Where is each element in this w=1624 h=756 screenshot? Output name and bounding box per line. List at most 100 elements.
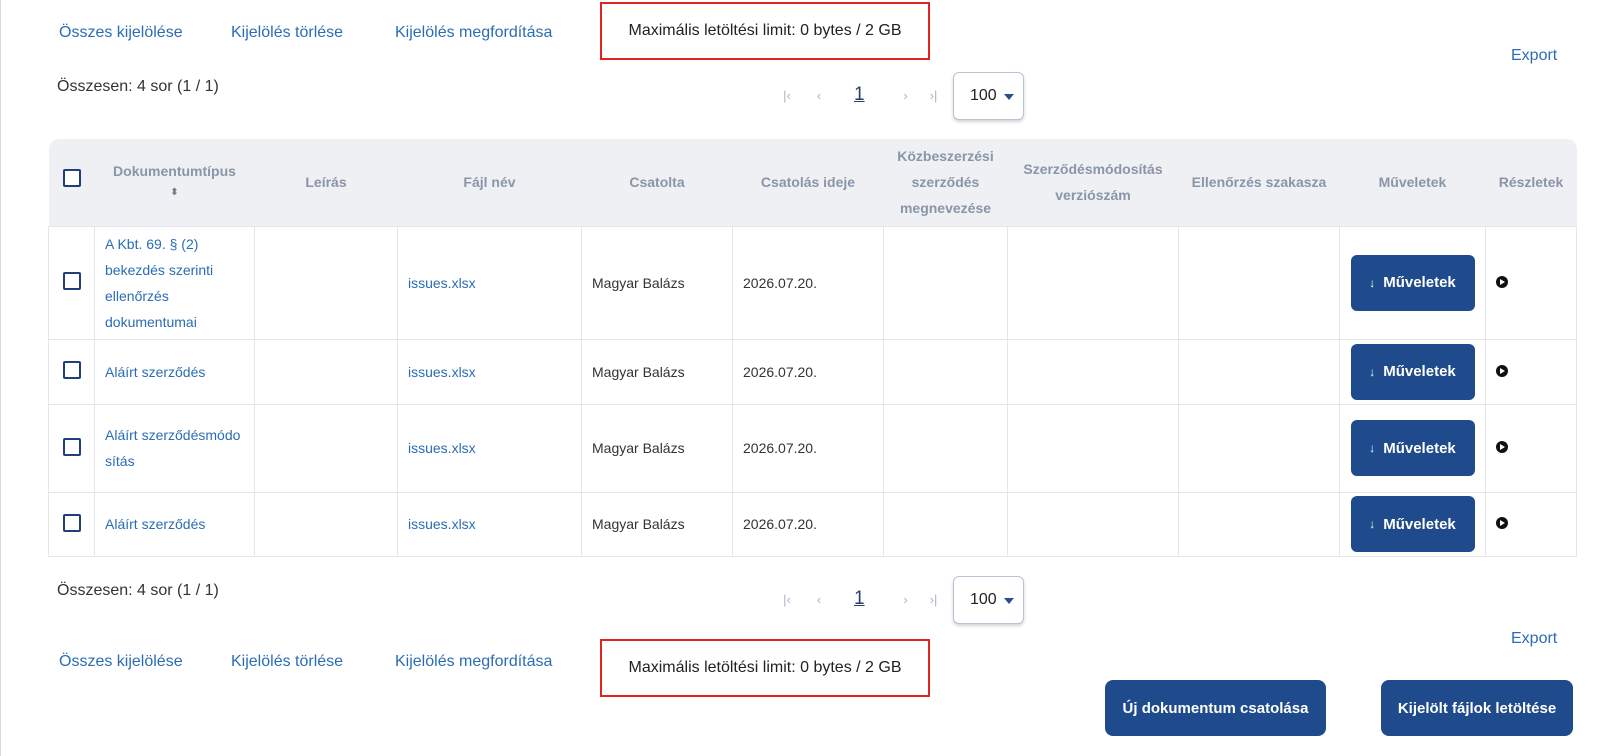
last-page-icon[interactable]: ›|	[923, 88, 945, 103]
export-link-top[interactable]: Export	[1511, 47, 1557, 65]
description-cell	[254, 403, 398, 493]
download-selected-button[interactable]: Kijelölt fájlok letöltése	[1381, 680, 1573, 736]
table-row: Aláírt szerződés issues.xlsx Magyar Balá…	[48, 338, 1577, 405]
actions-cell: ↓ Műveletek	[1339, 225, 1486, 340]
check-phase-cell	[1178, 491, 1340, 557]
header-description: Leírás	[305, 174, 347, 191]
arrow-down-icon: ↓	[1369, 517, 1376, 531]
check-phase-cell	[1178, 225, 1340, 340]
arrow-down-icon: ↓	[1369, 364, 1376, 379]
play-circle-icon[interactable]	[1496, 275, 1508, 288]
actions-cell: ↓ Műveletek	[1339, 338, 1486, 405]
table-row: Aláírt szerződésmódosítás issues.xlsx Ma…	[48, 403, 1577, 493]
actions-button[interactable]: ↓ Műveletek	[1350, 496, 1475, 552]
clear-selection-link-top[interactable]: Kijelölés törlése	[231, 24, 343, 42]
actions-button[interactable]: ↓ Műveletek	[1350, 420, 1475, 476]
file-name-link[interactable]: issues.xlsx	[408, 275, 476, 291]
clear-selection-link-bottom[interactable]: Kijelölés törlése	[231, 653, 343, 671]
header-file-name: Fájl név	[463, 174, 516, 191]
file-name-cell: issues.xlsx	[397, 338, 582, 405]
actions-button[interactable]: ↓ Műveletek	[1350, 343, 1475, 400]
play-circle-icon[interactable]	[1496, 517, 1508, 529]
attached-at-cell: 2026.07.20.	[732, 225, 884, 340]
amendment-version-cell	[1007, 491, 1179, 557]
rows-per-page-select-top[interactable]: 100	[953, 72, 1024, 120]
details-cell	[1485, 491, 1577, 557]
file-name-link[interactable]: issues.xlsx	[408, 516, 476, 532]
header-select-all-cell	[49, 139, 95, 226]
current-page-number[interactable]: 1	[854, 84, 865, 106]
table-header-row: Dokumentumtípus ⬍ Leírás Fájl név Csatolt…	[48, 139, 1577, 226]
details-cell	[1485, 225, 1577, 340]
sort-icon[interactable]: ⬍	[95, 180, 255, 206]
page-left-border	[0, 0, 1, 756]
doc-type-link[interactable]: Aláírt szerződés	[105, 364, 205, 380]
current-page-number[interactable]: 1	[854, 588, 865, 610]
attached-at-cell: 2026.07.20.	[732, 491, 884, 557]
select-all-checkbox[interactable]	[62, 169, 81, 188]
row-checkbox[interactable]	[62, 513, 81, 532]
attached-at-cell: 2026.07.20.	[732, 403, 884, 493]
select-all-link-top[interactable]: Összes kijelölése	[59, 24, 183, 42]
chevron-down-icon	[1004, 598, 1014, 604]
amendment-version-cell	[1007, 225, 1179, 340]
attached-by-cell: Magyar Balázs	[581, 225, 733, 340]
amendment-version-cell	[1007, 338, 1179, 405]
pagination-top: |‹ ‹ 1 › ›|	[776, 84, 945, 106]
next-page-icon[interactable]: ›	[895, 88, 917, 103]
doc-type-link[interactable]: Aláírt szerződés	[105, 516, 205, 532]
procurement-name-cell	[883, 338, 1008, 405]
invert-selection-link-top[interactable]: Kijelölés megfordítása	[395, 24, 552, 42]
row-summary-top: Összesen: 4 sor (1 / 1)	[57, 78, 219, 95]
doc-type-cell: Aláírt szerződés	[94, 338, 255, 405]
first-page-icon[interactable]: |‹	[776, 592, 798, 607]
actions-button-label: Műveletek	[1383, 274, 1456, 291]
header-procurement-name: Közbeszerzési szerződés megnevezése	[897, 148, 994, 217]
download-limit-info-bottom: Maximális letöltési limit: 0 bytes / 2 G…	[600, 639, 930, 697]
row-select-cell	[48, 403, 95, 493]
header-attached-by: Csatolta	[629, 174, 685, 191]
description-cell	[254, 338, 398, 405]
description-cell	[254, 491, 398, 557]
file-name-cell: issues.xlsx	[397, 491, 582, 557]
play-circle-icon[interactable]	[1496, 364, 1508, 377]
prev-page-icon[interactable]: ‹	[808, 88, 830, 103]
attach-document-button[interactable]: Új dokumentum csatolása	[1105, 680, 1326, 736]
row-summary-bottom: Összesen: 4 sor (1 / 1)	[57, 582, 219, 599]
actions-button[interactable]: ↓ Műveletek	[1350, 254, 1475, 311]
next-page-icon[interactable]: ›	[895, 592, 917, 607]
row-checkbox[interactable]	[62, 437, 81, 456]
attached-by-cell: Magyar Balázs	[581, 338, 733, 405]
check-phase-cell	[1178, 338, 1340, 405]
header-amendment-version: Szerződésmódosítás verziószám	[1023, 161, 1163, 204]
first-page-icon[interactable]: |‹	[776, 88, 798, 103]
prev-page-icon[interactable]: ‹	[808, 592, 830, 607]
header-actions: Műveletek	[1378, 174, 1447, 191]
details-cell	[1485, 338, 1577, 405]
header-doc-type[interactable]: Dokumentumtípus ⬍	[95, 139, 255, 226]
play-circle-icon[interactable]	[1496, 441, 1508, 453]
doc-type-link[interactable]: Aláírt szerződésmódosítás	[105, 427, 240, 469]
header-details: Részletek	[1498, 174, 1564, 191]
header-attached-at: Csatolás ideje	[760, 174, 856, 191]
invert-selection-link-bottom[interactable]: Kijelölés megfordítása	[395, 653, 552, 671]
header-check-phase: Ellenőrzés szakasza	[1191, 174, 1327, 191]
row-checkbox[interactable]	[62, 272, 81, 290]
rows-per-page-select-bottom[interactable]: 100	[953, 576, 1024, 624]
check-phase-cell	[1178, 403, 1340, 493]
procurement-name-cell	[883, 491, 1008, 557]
doc-type-cell: A Kbt. 69. § (2) bekezdés szerinti ellen…	[94, 225, 255, 340]
actions-button-label: Műveletek	[1383, 439, 1456, 457]
actions-cell: ↓ Műveletek	[1339, 403, 1486, 493]
doc-type-link[interactable]: A Kbt. 69. § (2) bekezdés szerinti ellen…	[105, 236, 213, 330]
row-checkbox[interactable]	[62, 361, 81, 379]
file-name-link[interactable]: issues.xlsx	[408, 364, 476, 380]
file-name-link[interactable]: issues.xlsx	[408, 440, 476, 456]
actions-cell: ↓ Műveletek	[1339, 491, 1486, 557]
row-select-cell	[48, 225, 95, 340]
select-all-link-bottom[interactable]: Összes kijelölése	[59, 653, 183, 671]
export-link-bottom[interactable]: Export	[1511, 630, 1557, 648]
actions-button-label: Műveletek	[1383, 363, 1456, 380]
last-page-icon[interactable]: ›|	[923, 592, 945, 607]
doc-type-cell: Aláírt szerződésmódosítás	[94, 403, 255, 493]
